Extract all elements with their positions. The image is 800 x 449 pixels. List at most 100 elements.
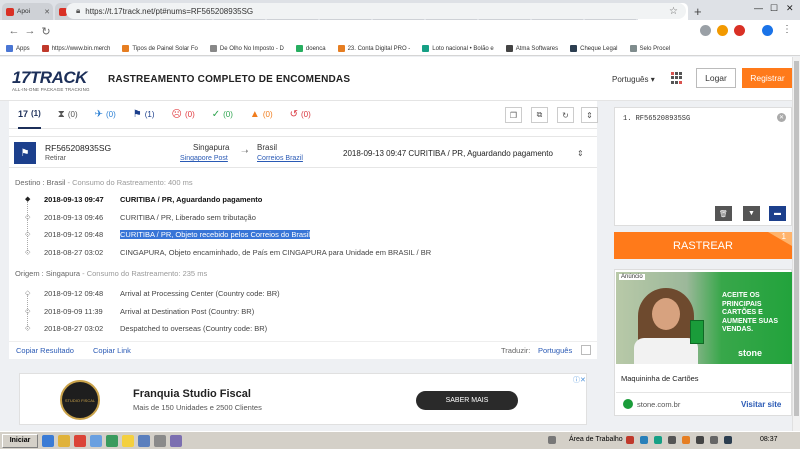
latest-event: 2018-09-13 09:47 CURITIBA / PR, Aguardan… [343,149,553,158]
bookmark-item[interactable]: Cheque Legal [570,45,618,52]
clock: 08:37 [760,436,778,443]
bookmark-item[interactable]: Apps [6,45,30,52]
expand-icon[interactable]: ⇕ [577,149,584,158]
event-datetime: 2018-09-09 11:39 [44,306,103,316]
bookmark-item[interactable]: Tipos de Painel Solar Fo [122,45,198,52]
refresh-icon[interactable]: ↻ [557,107,574,123]
status-tab[interactable]: ▲ (0) [250,109,273,120]
desktop-toolbar-label[interactable]: Área de Trabalho [569,436,623,443]
copy-result-link[interactable]: Copiar Resultado [16,346,74,355]
origin-carrier-link[interactable]: Singapore Post [180,155,228,162]
tray-icon[interactable] [626,436,634,444]
tracking-input[interactable]: 1. RF565208935SG [623,115,690,123]
bookmark-item[interactable]: 23. Conta Digital PRO - [337,45,410,52]
back-icon[interactable]: ← [6,25,22,37]
status-tab[interactable]: 17 (1) [18,101,41,129]
app-icon[interactable] [170,434,182,447]
translate-language[interactable]: Português [538,346,572,355]
start-button[interactable]: Iniciar [2,433,38,448]
clear-input-icon[interactable]: ✕ [777,113,786,122]
new-tab-icon[interactable]: + [694,3,702,20]
page-title: RASTREAMENTO COMPLETO DE ENCOMENDAS [108,74,351,85]
chrome-icon[interactable] [74,434,86,447]
destination-carrier-link[interactable]: Correios Brazil [257,155,303,162]
status-tab[interactable]: ↺ (0) [290,109,311,120]
tray-icon[interactable] [682,436,690,444]
minimize-icon[interactable]: — [754,3,763,13]
ad-image: ACEITE OS PRINCIPAIS CARTÕES E AUMENTE S… [616,272,792,364]
url-field[interactable]: 🔒︎ https://t.17track.net/pt#nums=RF56520… [66,3,686,19]
status-tab[interactable]: ☹ (0) [172,109,195,120]
close-tab-icon[interactable]: ✕ [44,8,50,16]
status-tab[interactable]: ⚑ (1) [133,109,155,120]
scrollbar-thumb[interactable] [794,61,799,416]
flag-icon: ⚑ [132,109,142,120]
reload-icon[interactable]: ↻ [38,25,54,38]
side-ad-link[interactable]: stone.com.br [637,400,680,409]
browser-tab[interactable]: Apoi ✕ [2,3,53,20]
status-tab[interactable]: ✈ (0) [95,109,116,120]
bookmark-item[interactable]: doenca [295,45,326,52]
bookmark-star-icon[interactable]: ☆ [669,6,678,17]
tracking-input-panel[interactable]: 1. RF565208935SG ✕ 🗑︎ ▼ ▬ [614,107,792,226]
bookmark-item[interactable]: https://www.bin.merch [41,45,110,52]
lightbulb-icon[interactable] [122,434,134,447]
tray-icon[interactable] [640,436,648,444]
app-icon[interactable] [138,434,150,447]
app-icon[interactable] [154,434,166,447]
results-panel: 17 (1) ⧗ (0) ✈ (0) ⚑ (1) ☹ (0) ✓ (0) ▲ (0) ↺ (0) ❐ ⧉ ↻ … [9,101,598,359]
ie-icon[interactable] [42,434,54,447]
flag-icon: ⚑ [14,142,36,164]
translate-checkbox[interactable] [581,345,591,355]
bottom-ad-banner[interactable]: STUDIO FISCAL Franquia Studio Fiscal Mai… [19,373,587,425]
event-description: Arrival at Processing Center (Country co… [120,289,280,298]
duplicate-icon[interactable]: ⧉ [531,107,548,123]
tray-icon[interactable] [548,436,556,444]
bookmark-item[interactable]: Selo Procel [629,45,670,52]
maximize-icon[interactable]: ☐ [770,3,778,14]
bookmark-label: Apps [16,45,30,52]
tray-icon[interactable] [654,436,662,444]
tray-icon[interactable] [668,436,676,444]
login-button[interactable]: Logar [696,68,736,88]
translate-label: Traduzir: [501,346,531,355]
close-window-icon[interactable]: ✕ [786,3,794,14]
network-icon[interactable] [696,436,704,444]
extension-icon[interactable] [717,25,728,36]
url-text: https://t.17track.net/pt#nums=RF56520893… [85,6,254,16]
status-tab[interactable]: ⧗ (0) [58,109,78,120]
app-icon[interactable] [106,434,118,447]
side-ad-banner[interactable]: ACEITE OS PRINCIPAIS CARTÕES E AUMENTE S… [614,269,792,416]
extension-icon[interactable] [734,25,745,36]
bookmark-item[interactable]: Loto nacional • Bolão e [422,45,494,52]
delete-icon[interactable]: 🗑︎ [715,206,732,221]
copy-link-link[interactable]: Copiar Link [93,346,131,355]
copy-icon[interactable]: ❐ [505,107,522,123]
visit-site-link[interactable]: Visitar site [741,400,781,409]
track-count: 1 [781,232,786,241]
menu-dots-icon[interactable]: ⋮ [782,24,792,35]
bookmark-icon [629,45,637,52]
collapse-icon[interactable]: ⇕ [581,107,598,123]
forward-icon[interactable]: → [22,25,38,37]
17track-logo[interactable]: 17TRACK ALL-IN-ONE PACKAGE TRACKING [12,68,90,92]
filter-icon[interactable]: ▼ [743,206,760,221]
adchoices-icon[interactable]: ⓘ✕ [573,375,586,385]
onedrive-icon[interactable] [90,434,102,447]
folder-icon[interactable] [58,434,70,447]
tracking-summary-row[interactable]: ⚑ RF565208935SG Retirar Singapura Singap… [9,136,597,168]
language-selector[interactable]: Português ▾ [612,75,655,84]
bookmark-icon [41,45,49,52]
save-icon[interactable]: ▬ [769,206,786,221]
bookmark-item[interactable]: De Olho No Imposto - D [209,45,284,52]
apps-grid-icon[interactable] [671,72,683,84]
logo-text: 17TRACK [12,68,87,87]
status-tab[interactable]: ✓ (0) [212,109,233,120]
profile-avatar[interactable] [762,25,773,36]
tray-icon[interactable] [724,436,732,444]
ad-cta-button[interactable]: SABER MAIS [416,391,518,410]
volume-icon[interactable] [710,436,718,444]
bookmark-item[interactable]: Atma Softwares [505,45,558,52]
register-button[interactable]: Registrar [742,68,793,88]
extension-icon[interactable] [700,25,711,36]
